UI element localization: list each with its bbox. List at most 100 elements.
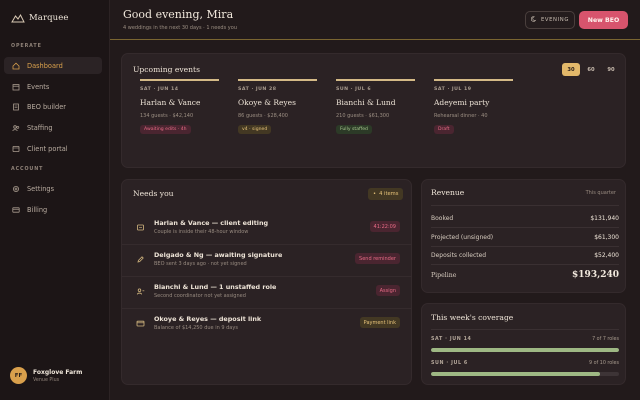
- tent-logo-icon: [11, 13, 25, 23]
- event-date: SAT · JUN 14: [140, 86, 179, 92]
- needs-item[interactable]: Bianchi & Lund — 1 unstaffed role Second…: [122, 279, 412, 309]
- status-badge: Draft: [434, 124, 454, 134]
- sidebar-item-label: Staffing: [27, 123, 53, 132]
- divider: [431, 205, 619, 206]
- revenue-row: Deposits collected $52,400: [431, 252, 619, 259]
- event-meta: Rehearsal dinner · 40: [434, 112, 488, 119]
- sidebar-item-dashboard[interactable]: Dashboard: [4, 57, 102, 74]
- event-date: SAT · JUN 28: [238, 86, 277, 92]
- status-badge: Awaiting edits · 4h: [140, 124, 191, 134]
- new-beo-button[interactable]: New BEO: [579, 11, 628, 29]
- revenue-row-label: Booked: [431, 215, 454, 222]
- document-icon: [12, 103, 20, 111]
- payment-link-button[interactable]: Payment link: [359, 317, 400, 328]
- brand-name: Marquee: [29, 13, 69, 23]
- event-card[interactable]: SAT · JUL 19 Adeyemi party Rehearsal din…: [434, 79, 513, 134]
- sidebar-item-label: Dashboard: [27, 61, 63, 70]
- evening-theme-button[interactable]: EVENING: [525, 11, 575, 29]
- sidebar-item-events[interactable]: Events: [4, 78, 102, 95]
- pipeline-value: $193,240: [572, 270, 619, 280]
- revenue-row-value: $61,300: [594, 234, 619, 241]
- divider: [431, 246, 619, 247]
- sidebar-item-settings[interactable]: Settings: [4, 180, 102, 197]
- coverage-progress-bar: [431, 348, 619, 352]
- coverage-progress-fill: [431, 372, 601, 376]
- sidebar-item-billing[interactable]: Billing: [4, 201, 102, 218]
- card-icon: [136, 319, 145, 328]
- range-option-30[interactable]: 30: [562, 63, 580, 76]
- sidebar-item-label: Settings: [27, 184, 55, 193]
- revenue-title: Revenue: [431, 188, 465, 197]
- event-divider: [140, 79, 219, 81]
- portal-icon: [12, 145, 20, 153]
- gear-icon: [12, 185, 20, 193]
- dot-icon: •: [373, 191, 377, 197]
- needs-item-title: Bianchi & Lund — 1 unstaffed role: [154, 283, 277, 291]
- sidebar-item-client-portal[interactable]: Client portal: [4, 140, 102, 157]
- calendar-icon: [12, 83, 20, 91]
- needs-you-card: Needs you • 4 items Harlan & Vance — cli…: [121, 179, 412, 385]
- revenue-row: Projected (unsigned) $61,300: [431, 234, 619, 241]
- divider: [122, 276, 412, 277]
- event-date: SAT · JUL 19: [434, 86, 472, 92]
- document-icon: [136, 223, 145, 232]
- divider: [122, 244, 412, 245]
- needs-item[interactable]: Delgado & Ng — awaiting signature BEO se…: [122, 247, 412, 277]
- coverage-progress-fill: [431, 348, 619, 352]
- needs-item[interactable]: Harlan & Vance — client editing Couple i…: [122, 215, 412, 245]
- event-divider: [434, 79, 513, 81]
- sidebar-item-label: Billing: [27, 205, 48, 214]
- event-card[interactable]: SAT · JUN 28 Okoye & Reyes 86 guests · $…: [238, 79, 317, 134]
- coverage-title: This week's coverage: [431, 313, 514, 322]
- event-name: Adeyemi party: [434, 97, 490, 107]
- needs-count-label: 4 items: [379, 191, 399, 197]
- brand[interactable]: Marquee: [11, 13, 69, 23]
- staff-icon: [136, 287, 145, 296]
- range-option-60[interactable]: 60: [582, 63, 600, 76]
- event-meta: 210 guests · $61,300: [336, 112, 390, 119]
- countdown-timer[interactable]: 41:22:09: [369, 221, 400, 232]
- revenue-card: Revenue This quarter Booked $131,940 Pro…: [421, 179, 626, 293]
- range-option-90[interactable]: 90: [602, 63, 620, 76]
- operate-section-label: OPERATE: [11, 44, 42, 49]
- pen-icon: [136, 255, 145, 264]
- event-card[interactable]: SAT · JUN 14 Harlan & Vance 134 guests ·…: [140, 79, 219, 134]
- account-section-label: ACCOUNT: [11, 167, 44, 172]
- coverage-row: SAT · JUN 14 7 of 7 roles: [431, 337, 619, 352]
- event-name: Bianchi & Lund: [336, 97, 396, 107]
- status-badge: v4 · signed: [238, 124, 272, 134]
- event-meta: 134 guests · $42,140: [140, 112, 194, 119]
- divider: [122, 308, 412, 309]
- sidebar-item-staffing[interactable]: Staffing: [4, 119, 102, 136]
- event-divider: [336, 79, 415, 81]
- event-name: Okoye & Reyes: [238, 97, 296, 107]
- upcoming-events-card: Upcoming events 30 60 90 SAT · JUN 14 Ha…: [121, 53, 626, 168]
- send-reminder-button[interactable]: Send reminder: [355, 253, 400, 264]
- page-subtitle: 4 weddings in the next 30 days · 1 needs…: [123, 25, 237, 31]
- divider: [431, 227, 619, 228]
- assign-button[interactable]: Assign: [375, 285, 400, 296]
- event-card[interactable]: SUN · JUL 6 Bianchi & Lund 210 guests · …: [336, 79, 415, 134]
- needs-item-subtitle: Balance of $14,250 due in 9 days: [154, 325, 238, 331]
- needs-item[interactable]: Okoye & Reyes — deposit link Balance of …: [122, 311, 412, 341]
- coverage-progress-bar: [431, 372, 619, 376]
- range-selector: 30 60 90: [562, 63, 620, 76]
- divider: [431, 264, 619, 265]
- needs-item-subtitle: Second coordinator not yet assigned: [154, 293, 246, 299]
- coverage-row: SUN · JUL 6 9 of 10 roles: [431, 361, 619, 376]
- user-profile[interactable]: FF Foxglove Farm Venue Plus: [10, 367, 82, 384]
- sidebar-item-beo-builder[interactable]: BEO builder: [4, 98, 102, 115]
- evening-label: EVENING: [540, 17, 570, 23]
- card-icon: [12, 206, 20, 214]
- event-divider: [238, 79, 317, 81]
- coverage-date: SUN · JUL 6: [431, 361, 468, 366]
- needs-item-title: Okoye & Reyes — deposit link: [154, 315, 262, 323]
- users-icon: [12, 124, 20, 132]
- page-title: Good evening, Mira: [123, 8, 234, 21]
- revenue-row-label: Deposits collected: [431, 252, 487, 259]
- coverage-roles: 7 of 7 roles: [592, 337, 619, 342]
- user-plan: Venue Plus: [33, 377, 60, 383]
- moon-icon: [530, 16, 537, 24]
- coverage-card: This week's coverage SAT · JUN 14 7 of 7…: [421, 303, 626, 385]
- needs-count-badge: • 4 items: [368, 188, 404, 200]
